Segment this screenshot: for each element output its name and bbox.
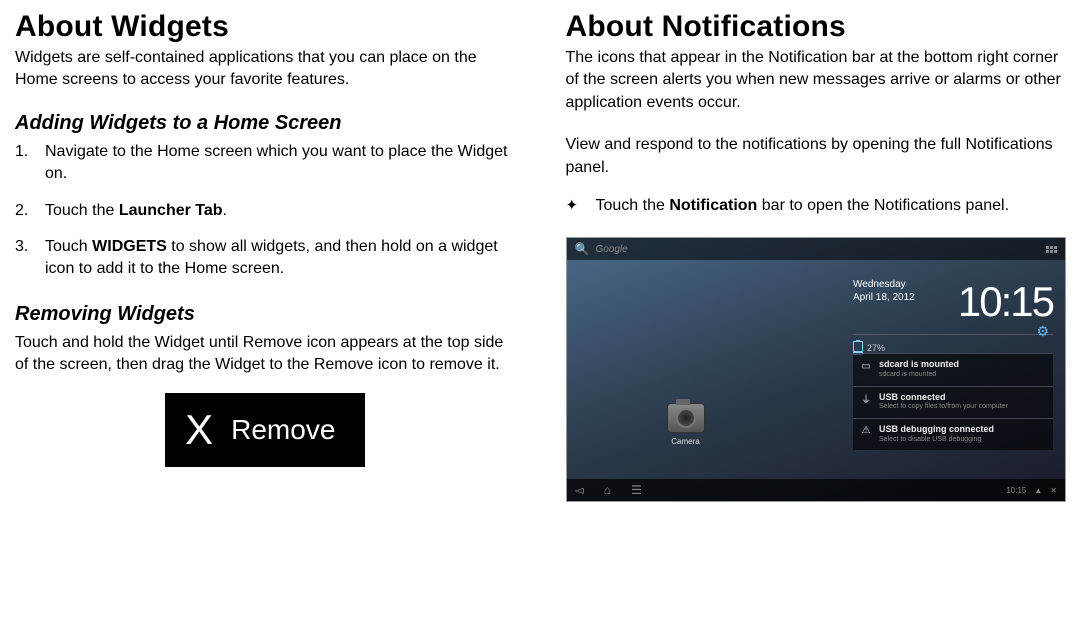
notifications-bullets: Touch the Notification bar to open the N… xyxy=(566,195,1067,217)
notif-sub: Select to disable USB debugging xyxy=(879,436,994,444)
bullet-post: bar to open the Notifications panel. xyxy=(757,197,1009,214)
debug-icon: ⚠ xyxy=(859,424,873,438)
tablet-navbar: ◅ ⌂ ☰ 10:15 ▲ ✕ xyxy=(567,479,1066,501)
remove-label: Remove xyxy=(231,414,335,446)
removing-widgets-para: Touch and hold the Widget until Remove i… xyxy=(15,332,516,377)
remove-x-icon: X xyxy=(185,409,213,451)
right-column: About Notifications The icons that appea… xyxy=(566,10,1067,502)
notifications-para2: View and respond to the notifications by… xyxy=(566,134,1067,179)
battery-level: 27% xyxy=(867,343,885,353)
status-time: 10:15 xyxy=(1006,486,1026,495)
notifications-intro: The icons that appear in the Notificatio… xyxy=(566,47,1067,114)
step-3: Touch WIDGETS to show all widgets, and t… xyxy=(15,236,516,281)
bullet-bold: Notification xyxy=(669,197,757,214)
step-2-bold: Launcher Tab xyxy=(119,202,223,219)
time-display: 10:15 xyxy=(958,278,1053,326)
tablet-statusbar-top: 🔍 Google xyxy=(567,238,1066,260)
home-icon: ⌂ xyxy=(604,483,611,497)
notification-panel: ▭ sdcard is mounted sdcard is mounted ⏚ … xyxy=(853,353,1053,450)
notif-usb-debug: ⚠ USB debugging connected Select to disa… xyxy=(853,418,1053,450)
widgets-heading: About Widgets xyxy=(15,10,516,44)
adding-widgets-heading: Adding Widgets to a Home Screen xyxy=(15,112,516,135)
bullet-pre: Touch the xyxy=(596,197,670,214)
recent-icon: ☰ xyxy=(631,483,642,497)
close-icon: ✕ xyxy=(1050,486,1057,495)
step-3-bold: WIDGETS xyxy=(92,238,167,255)
notification-bullet: Touch the Notification bar to open the N… xyxy=(566,195,1067,217)
step-1: Navigate to the Home screen which you wa… xyxy=(15,141,516,186)
notif-title: USB connected xyxy=(879,392,1008,403)
wifi-icon: ▲ xyxy=(1034,486,1042,495)
back-icon: ◅ xyxy=(575,483,584,497)
notifications-heading: About Notifications xyxy=(566,10,1067,44)
remove-button-image: X Remove xyxy=(15,393,516,467)
search-icon: 🔍 xyxy=(575,242,590,256)
tablet-screenshot: 🔍 Google Camera Wednesday April 18, 2012… xyxy=(566,237,1067,502)
notif-sub: sdcard is mounted xyxy=(879,371,959,379)
date-display: Wednesday April 18, 2012 xyxy=(853,278,915,304)
notif-title: USB debugging connected xyxy=(879,424,994,435)
camera-label: Camera xyxy=(667,437,705,446)
removing-widgets-heading: Removing Widgets xyxy=(15,303,516,326)
notif-sub: Select to copy files to/from your comput… xyxy=(879,403,1008,411)
notif-title: sdcard is mounted xyxy=(879,359,959,370)
left-column: About Widgets Widgets are self-contained… xyxy=(15,10,516,502)
battery-row: 27% xyxy=(853,334,1053,355)
apps-grid-icon xyxy=(1046,246,1057,253)
usb-icon: ⏚ xyxy=(859,392,873,406)
settings-icon: ⚙ xyxy=(1036,323,1049,340)
notif-usb: ⏚ USB connected Select to copy files to/… xyxy=(853,386,1053,418)
step-2: Touch the Launcher Tab. xyxy=(15,200,516,222)
camera-icon xyxy=(667,403,705,433)
remove-button: X Remove xyxy=(165,393,365,467)
day-label: Wednesday xyxy=(853,278,915,291)
step-2-post: . xyxy=(223,202,227,219)
clock-panel: Wednesday April 18, 2012 10:15 27% xyxy=(853,278,1053,355)
adding-widgets-steps: Navigate to the Home screen which you wa… xyxy=(15,141,516,281)
step-3-pre: Touch xyxy=(45,238,92,255)
search-label: Google xyxy=(595,244,627,255)
notif-sdcard: ▭ sdcard is mounted sdcard is mounted xyxy=(853,353,1053,385)
widgets-intro: Widgets are self-contained applications … xyxy=(15,47,516,92)
camera-app: Camera xyxy=(667,403,705,446)
sdcard-icon: ▭ xyxy=(859,359,873,373)
date-label: April 18, 2012 xyxy=(853,291,915,304)
step-2-pre: Touch the xyxy=(45,202,119,219)
